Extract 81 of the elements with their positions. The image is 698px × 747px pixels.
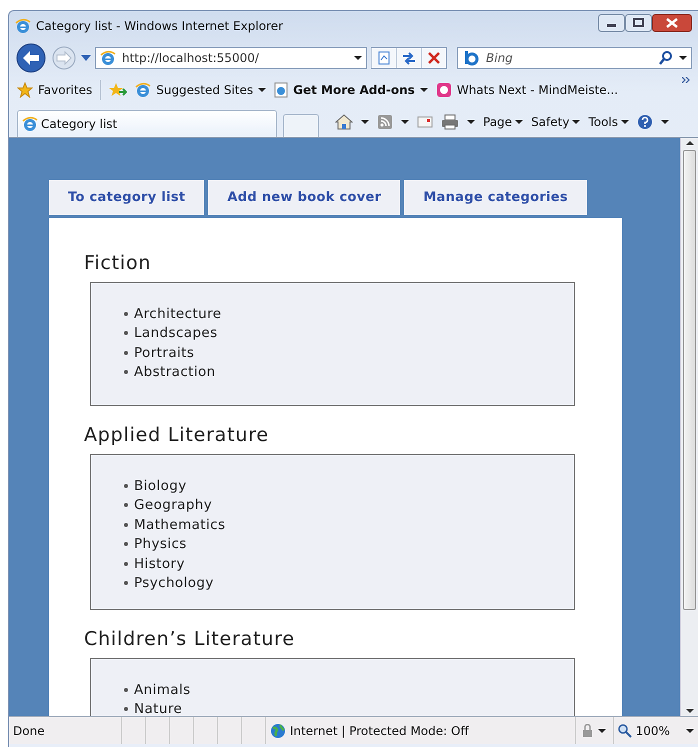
print-icon[interactable] [441, 114, 459, 130]
window-title: Category list - Windows Internet Explorer [36, 19, 284, 33]
zoom-icon [618, 724, 632, 738]
category-item: Psychology [134, 575, 214, 592]
search-engine-icon [462, 50, 480, 66]
category-item: Architecture [134, 306, 222, 322]
nav-tab[interactable]: To category list [49, 180, 204, 215]
nav-tab[interactable]: Add new book cover [208, 180, 400, 215]
category-heading: Applied Literature [84, 424, 270, 446]
category-item: Animals [134, 682, 191, 698]
add-favorite-icon[interactable] [109, 82, 128, 98]
category-heading: Children’s Literature [84, 628, 296, 650]
category-item: Portraits [134, 344, 194, 361]
feed-icon[interactable] [377, 114, 393, 130]
search-icon[interactable] [659, 51, 673, 65]
security-zone-text: Internet | Protected Mode: Off [290, 724, 469, 738]
category-heading: Fiction [84, 252, 152, 274]
favorites-link[interactable]: Whats Next - MindMeiste... [436, 82, 618, 98]
favorites-link[interactable]: Get More Add-ons [274, 82, 428, 98]
bullet-icon [124, 581, 128, 586]
favorites-link[interactable]: Suggested Sites [135, 82, 266, 98]
bullet-icon [124, 707, 128, 712]
zoom-button[interactable]: 100% [614, 717, 698, 744]
close-button[interactable] [652, 14, 692, 32]
caret-icon[interactable] [515, 119, 524, 125]
caret-icon[interactable] [598, 728, 606, 734]
bullet-icon [124, 688, 128, 692]
caret-icon[interactable] [401, 119, 409, 125]
scroll-up-icon[interactable] [684, 138, 694, 148]
browser-tab[interactable]: Category list [17, 110, 277, 137]
command-menu[interactable]: Page [483, 115, 524, 129]
browser-logo-icon [22, 116, 38, 132]
star-icon [17, 82, 33, 98]
page-icon [274, 82, 288, 98]
caret-icon[interactable] [258, 87, 266, 93]
back-button[interactable] [15, 42, 47, 74]
category-item: Landscapes [134, 325, 218, 342]
browser-logo-icon [15, 18, 31, 34]
bullet-icon [124, 484, 128, 488]
bullet-icon [124, 370, 128, 374]
category-item: Nature [134, 701, 182, 716]
bullet-icon [124, 331, 128, 336]
nav-tab[interactable]: Manage categories [404, 180, 587, 215]
scrollbar[interactable] [680, 138, 698, 716]
category-item: History [134, 556, 185, 572]
help-icon[interactable] [637, 114, 654, 130]
app-icon [436, 82, 452, 98]
caret-icon[interactable] [572, 119, 580, 125]
bullet-icon [124, 503, 128, 508]
globe-icon [270, 722, 286, 738]
category-item: Mathematics [134, 516, 226, 533]
bullet-icon [124, 542, 128, 546]
bullet-icon [124, 312, 128, 316]
browser-logo-icon [135, 82, 152, 98]
address-field[interactable]: http://localhost:55000/ [95, 47, 367, 69]
status-text: Done [13, 724, 45, 738]
more-icon[interactable] [682, 77, 690, 83]
caret-icon[interactable] [420, 87, 428, 93]
maximize-button[interactable] [625, 14, 652, 32]
category-item: Biology [134, 478, 187, 494]
caret-icon[interactable] [361, 119, 369, 125]
category-item: Abstraction [134, 364, 216, 380]
category-item: Physics [134, 536, 187, 552]
bullet-icon [124, 522, 128, 527]
caret-icon[interactable] [354, 55, 362, 61]
category-item: Geography [134, 497, 212, 514]
caret-icon[interactable] [661, 119, 670, 125]
minimize-button[interactable] [598, 14, 625, 32]
page-icon [100, 50, 116, 66]
bullet-icon [124, 350, 128, 355]
home-icon[interactable] [335, 114, 353, 130]
command-menu[interactable]: Tools [588, 115, 630, 129]
command-menu[interactable]: Safety [531, 115, 580, 129]
caret-icon[interactable] [621, 119, 630, 125]
caret-icon[interactable] [679, 55, 687, 61]
search-field[interactable]: Bing [457, 47, 692, 69]
bullet-icon [124, 562, 128, 566]
favorites-button[interactable]: Favorites [17, 82, 92, 98]
mail-icon[interactable] [417, 115, 433, 129]
caret-icon[interactable] [467, 119, 475, 125]
caret-icon[interactable] [686, 728, 694, 734]
